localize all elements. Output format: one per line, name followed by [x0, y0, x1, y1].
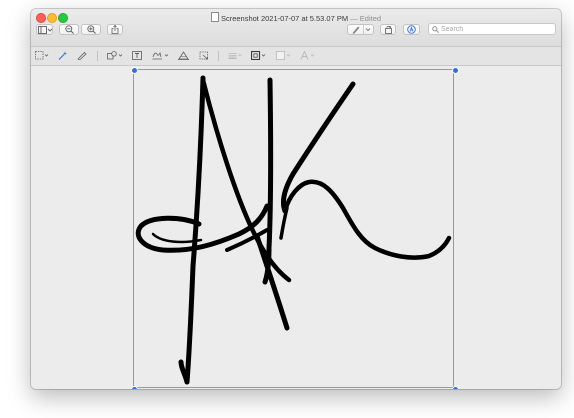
markup-toolbar [31, 47, 561, 66]
sign-button[interactable] [152, 50, 171, 61]
markup-toolbar-button[interactable] [403, 24, 420, 35]
text-style-button[interactable] [300, 50, 316, 61]
shapes-icon [107, 51, 123, 60]
edited-indicator: — Edited [348, 14, 382, 23]
sketch-button[interactable] [77, 50, 87, 61]
markup-icon [407, 25, 416, 34]
document-canvas[interactable] [31, 66, 561, 389]
shape-style-button[interactable] [228, 50, 243, 61]
zoom-out-icon [64, 25, 74, 34]
adjust-size-button[interactable] [199, 50, 209, 61]
text-button[interactable] [132, 50, 142, 61]
selection-tools-button[interactable] [35, 50, 49, 61]
share-icon [111, 25, 119, 34]
sidebar-view-button[interactable] [36, 24, 53, 35]
zoom-in-icon [86, 25, 96, 34]
toolbar-divider [218, 51, 219, 61]
border-color-button[interactable] [251, 50, 267, 61]
title-bar: Screenshot 2021-07-07 at 5.53.07 PM — Ed… [31, 9, 561, 47]
adjust-color-icon [178, 51, 189, 60]
sign-icon [152, 51, 169, 60]
share-button[interactable] [107, 24, 123, 35]
border-color-icon [251, 51, 266, 60]
signature-annotation[interactable] [31, 66, 561, 389]
search-input[interactable] [441, 24, 551, 34]
sketch-icon [77, 51, 87, 60]
highlight-button[interactable] [347, 24, 374, 35]
zoom-out-button[interactable] [59, 24, 79, 35]
document-icon [210, 12, 219, 22]
adjust-color-button[interactable] [178, 50, 189, 61]
instant-alpha-button[interactable] [58, 50, 68, 61]
preview-window: Screenshot 2021-07-07 at 5.53.07 PM — Ed… [31, 9, 561, 389]
shape-style-icon [228, 53, 242, 59]
window-title: Screenshot 2021-07-07 at 5.53.07 PM — Ed… [31, 12, 561, 23]
adjust-size-icon [199, 51, 208, 60]
text-style-icon [300, 51, 315, 60]
selection-tools-icon [35, 51, 49, 60]
fill-color-icon [276, 51, 291, 60]
rotate-icon [384, 25, 392, 34]
zoom-in-button[interactable] [81, 24, 101, 35]
sidebar-icon [37, 25, 52, 34]
shapes-button[interactable] [107, 50, 124, 61]
text-icon [132, 51, 142, 60]
instant-alpha-icon [58, 51, 67, 60]
fill-color-button[interactable] [276, 50, 292, 61]
search-icon [432, 26, 439, 33]
window-title-text: Screenshot 2021-07-07 at 5.53.07 PM [220, 14, 349, 23]
search-field[interactable] [428, 23, 556, 35]
toolbar-divider [97, 51, 98, 61]
rotate-button[interactable] [380, 24, 396, 35]
pencil-icon [352, 25, 370, 34]
